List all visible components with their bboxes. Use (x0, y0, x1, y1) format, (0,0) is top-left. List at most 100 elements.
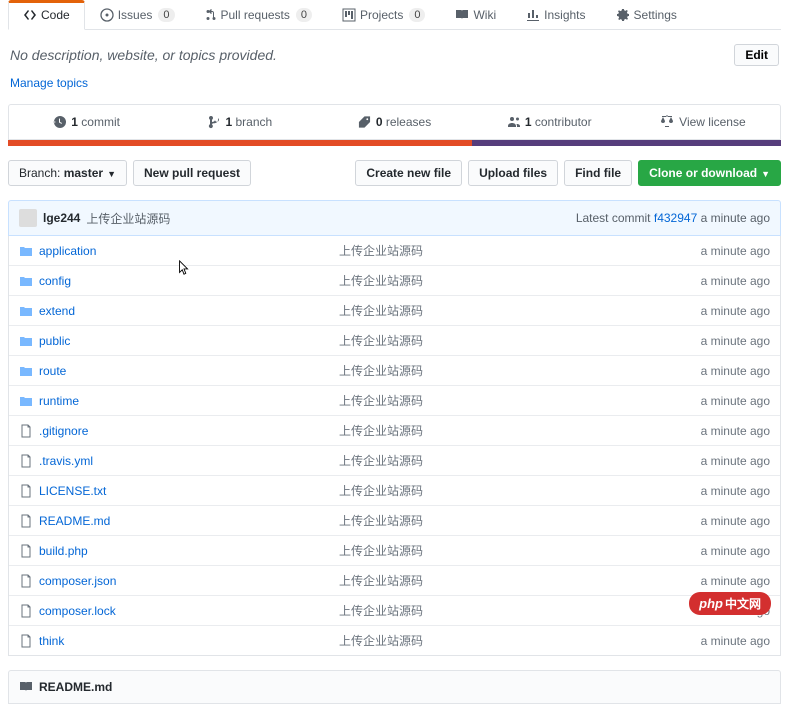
file-commit-msg-link[interactable]: 上传企业站源码 (339, 302, 701, 319)
file-name-link[interactable]: build.php (39, 544, 339, 558)
file-time: a minute ago (701, 334, 770, 348)
file-time: a minute ago (701, 544, 770, 558)
wiki-icon (455, 8, 469, 22)
file-name-link[interactable]: README.md (39, 514, 339, 528)
caret-down-icon: ▼ (107, 169, 116, 179)
file-name-link[interactable]: extend (39, 304, 339, 318)
folder-row: runtime上传企业站源码a minute ago (9, 385, 780, 415)
find-file-button[interactable]: Find file (564, 160, 632, 186)
avatar[interactable] (19, 209, 37, 227)
file-name-link[interactable]: composer.lock (39, 604, 339, 618)
file-name-link[interactable]: LICENSE.txt (39, 484, 339, 498)
upload-files-button[interactable]: Upload files (468, 160, 558, 186)
repo-tabs: CodeIssues0Pull requests0Projects0WikiIn… (8, 0, 781, 30)
stat-contributors[interactable]: 1 contributor (472, 105, 626, 139)
tab-wiki[interactable]: Wiki (440, 0, 511, 29)
folder-icon (19, 394, 39, 408)
repo-stats: 1 commit 1 branch 0 releases 1 contribut… (8, 104, 781, 140)
commit-sha-link[interactable]: f432947 (654, 211, 697, 225)
file-commit-msg-link[interactable]: 上传企业站源码 (339, 362, 701, 379)
create-file-button[interactable]: Create new file (355, 160, 462, 186)
code-icon (23, 8, 37, 22)
file-name-link[interactable]: runtime (39, 394, 339, 408)
file-name-link[interactable]: think (39, 634, 339, 648)
tab-code[interactable]: Code (8, 0, 85, 30)
latest-commit-bar: lge244 上传企业站源码 Latest commit f432947 a m… (8, 200, 781, 236)
file-row: LICENSE.txt上传企业站源码a minute ago (9, 475, 780, 505)
insights-icon (526, 8, 540, 22)
branch-selector[interactable]: Branch: master▼ (8, 160, 127, 186)
file-commit-msg-link[interactable]: 上传企业站源码 (339, 392, 701, 409)
file-row: think上传企业站源码a minute ago (9, 625, 780, 655)
file-name-link[interactable]: public (39, 334, 339, 348)
file-commit-msg-link[interactable]: 上传企业站源码 (339, 572, 701, 589)
stat-branches[interactable]: 1 branch (163, 105, 317, 139)
commit-author-link[interactable]: lge244 (43, 211, 80, 225)
file-name-link[interactable]: .travis.yml (39, 454, 339, 468)
file-icon (19, 514, 39, 528)
stat-license[interactable]: View license (626, 105, 780, 139)
gear-icon (616, 8, 630, 22)
caret-down-icon: ▼ (761, 169, 770, 179)
clone-download-button[interactable]: Clone or download▼ (638, 160, 781, 186)
file-commit-msg-link[interactable]: 上传企业站源码 (339, 422, 701, 439)
file-row: .gitignore上传企业站源码a minute ago (9, 415, 780, 445)
file-name-link[interactable]: composer.json (39, 574, 339, 588)
file-icon (19, 424, 39, 438)
folder-icon (19, 274, 39, 288)
file-commit-msg-link[interactable]: 上传企业站源码 (339, 242, 701, 259)
file-commit-msg-link[interactable]: 上传企业站源码 (339, 512, 701, 529)
file-name-link[interactable]: .gitignore (39, 424, 339, 438)
file-time: a minute ago (701, 274, 770, 288)
file-name-link[interactable]: config (39, 274, 339, 288)
language-bar[interactable] (8, 140, 781, 146)
tab-projects[interactable]: Projects0 (327, 0, 440, 29)
file-row: .travis.yml上传企业站源码a minute ago (9, 445, 780, 475)
manage-topics-link[interactable]: Manage topics (8, 72, 781, 104)
file-commit-msg-link[interactable]: 上传企业站源码 (339, 602, 701, 619)
file-icon (19, 574, 39, 588)
tab-pull-requests[interactable]: Pull requests0 (190, 0, 328, 29)
php-cn-badge[interactable]: php中文网 (689, 592, 771, 615)
file-icon (19, 604, 39, 618)
folder-icon (19, 364, 39, 378)
history-icon (52, 115, 66, 129)
commit-message-link[interactable]: 上传企业站源码 (86, 210, 170, 227)
folder-row: route上传企业站源码a minute ago (9, 355, 780, 385)
file-time: a minute ago (701, 364, 770, 378)
new-pull-request-button[interactable]: New pull request (133, 160, 251, 186)
file-commit-msg-link[interactable]: 上传企业站源码 (339, 332, 701, 349)
file-commit-msg-link[interactable]: 上传企业站源码 (339, 632, 701, 649)
people-icon (506, 115, 520, 129)
file-time: a minute ago (701, 424, 770, 438)
file-time: a minute ago (701, 574, 770, 588)
law-icon (660, 115, 674, 129)
file-time: a minute ago (701, 514, 770, 528)
folder-row: extend上传企业站源码a minute ago (9, 295, 780, 325)
edit-button[interactable]: Edit (734, 44, 779, 66)
stat-commits[interactable]: 1 commit (9, 105, 163, 139)
readme-header: README.md (8, 670, 781, 704)
repo-description: No description, website, or topics provi… (10, 47, 277, 63)
file-icon (19, 454, 39, 468)
tab-settings[interactable]: Settings (601, 0, 692, 29)
stat-releases[interactable]: 0 releases (317, 105, 471, 139)
file-commit-msg-link[interactable]: 上传企业站源码 (339, 272, 701, 289)
pr-icon (205, 8, 217, 22)
project-icon (342, 8, 356, 22)
folder-row: public上传企业站源码a minute ago (9, 325, 780, 355)
tab-insights[interactable]: Insights (511, 0, 600, 29)
file-name-link[interactable]: application (39, 244, 339, 258)
file-row: README.md上传企业站源码a minute ago (9, 505, 780, 535)
tag-icon (358, 115, 371, 129)
book-icon (19, 680, 33, 694)
file-commit-msg-link[interactable]: 上传企业站源码 (339, 542, 701, 559)
file-time: a minute ago (701, 304, 770, 318)
file-time: a minute ago (701, 634, 770, 648)
folder-row: config上传企业站源码a minute ago (9, 265, 780, 295)
file-name-link[interactable]: route (39, 364, 339, 378)
file-commit-msg-link[interactable]: 上传企业站源码 (339, 482, 701, 499)
tab-issues[interactable]: Issues0 (85, 0, 190, 29)
file-commit-msg-link[interactable]: 上传企业站源码 (339, 452, 701, 469)
folder-icon (19, 334, 39, 348)
